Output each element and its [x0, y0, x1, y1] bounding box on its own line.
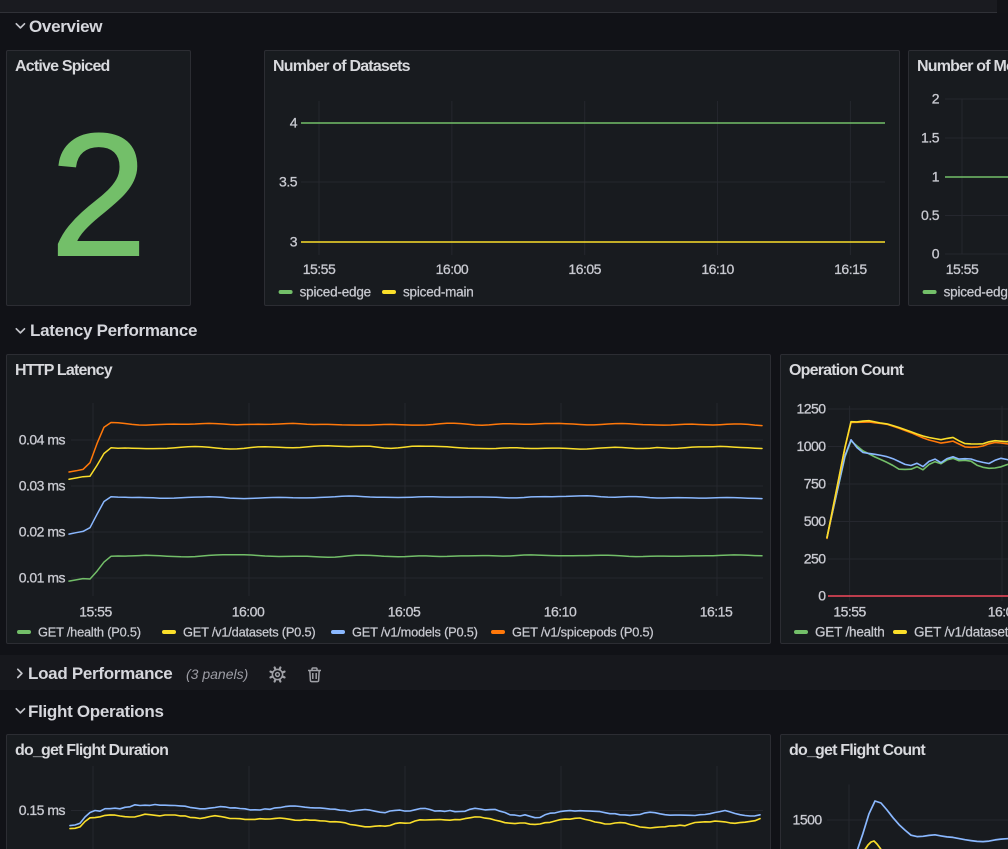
svg-text:1000: 1000: [796, 438, 826, 454]
svg-text:1500: 1500: [793, 812, 823, 828]
svg-text:15:55: 15:55: [79, 604, 112, 620]
svg-text:GET /health (P0.5): GET /health (P0.5): [38, 625, 141, 640]
svg-text:2: 2: [932, 91, 940, 107]
svg-text:16:10: 16:10: [544, 604, 577, 620]
svg-text:15:55: 15:55: [833, 604, 866, 620]
svg-text:spiced-edge: spiced-edge: [944, 285, 1008, 300]
svg-text:GET /v1/spicepods (P0.5): GET /v1/spicepods (P0.5): [512, 625, 653, 640]
svg-text:0.15 ms: 0.15 ms: [19, 802, 66, 818]
svg-text:1: 1: [932, 169, 940, 185]
svg-text:1250: 1250: [796, 401, 826, 417]
svg-text:16:05: 16:05: [568, 261, 601, 277]
svg-text:3.5: 3.5: [279, 174, 298, 190]
svg-text:16:15: 16:15: [834, 261, 867, 277]
svg-text:spiced-edge: spiced-edge: [300, 285, 371, 300]
svg-text:16:15: 16:15: [700, 604, 733, 620]
svg-text:GET /v1/models (P0.5): GET /v1/models (P0.5): [352, 625, 478, 640]
svg-text:0.02 ms: 0.02 ms: [19, 524, 66, 540]
svg-text:16:05: 16:05: [388, 604, 421, 620]
svg-text:16:00: 16:00: [436, 261, 469, 277]
svg-text:0: 0: [932, 246, 940, 262]
svg-text:spiced-main: spiced-main: [403, 285, 474, 300]
svg-text:GET /v1/datasets (P0.5): GET /v1/datasets (P0.5): [183, 625, 315, 640]
svg-text:0.03 ms: 0.03 ms: [19, 478, 66, 494]
svg-text:15:55: 15:55: [946, 261, 979, 277]
svg-text:GET /v1/datasets: GET /v1/datasets: [914, 625, 1008, 640]
svg-text:250: 250: [804, 551, 827, 567]
svg-text:500: 500: [804, 513, 827, 529]
svg-text:16:10: 16:10: [701, 261, 734, 277]
svg-text:3: 3: [290, 234, 298, 250]
svg-text:GET /health: GET /health: [815, 625, 885, 640]
svg-text:750: 750: [804, 476, 827, 492]
svg-text:0.01 ms: 0.01 ms: [19, 570, 66, 586]
svg-text:15:55: 15:55: [303, 261, 336, 277]
svg-text:0.5: 0.5: [921, 207, 940, 223]
svg-text:1.5: 1.5: [921, 130, 940, 146]
svg-text:0: 0: [818, 588, 826, 604]
svg-text:0.04 ms: 0.04 ms: [19, 432, 66, 448]
svg-text:16:00: 16:00: [232, 604, 265, 620]
svg-text:16:00: 16:00: [988, 604, 1008, 620]
svg-text:4: 4: [290, 115, 298, 131]
